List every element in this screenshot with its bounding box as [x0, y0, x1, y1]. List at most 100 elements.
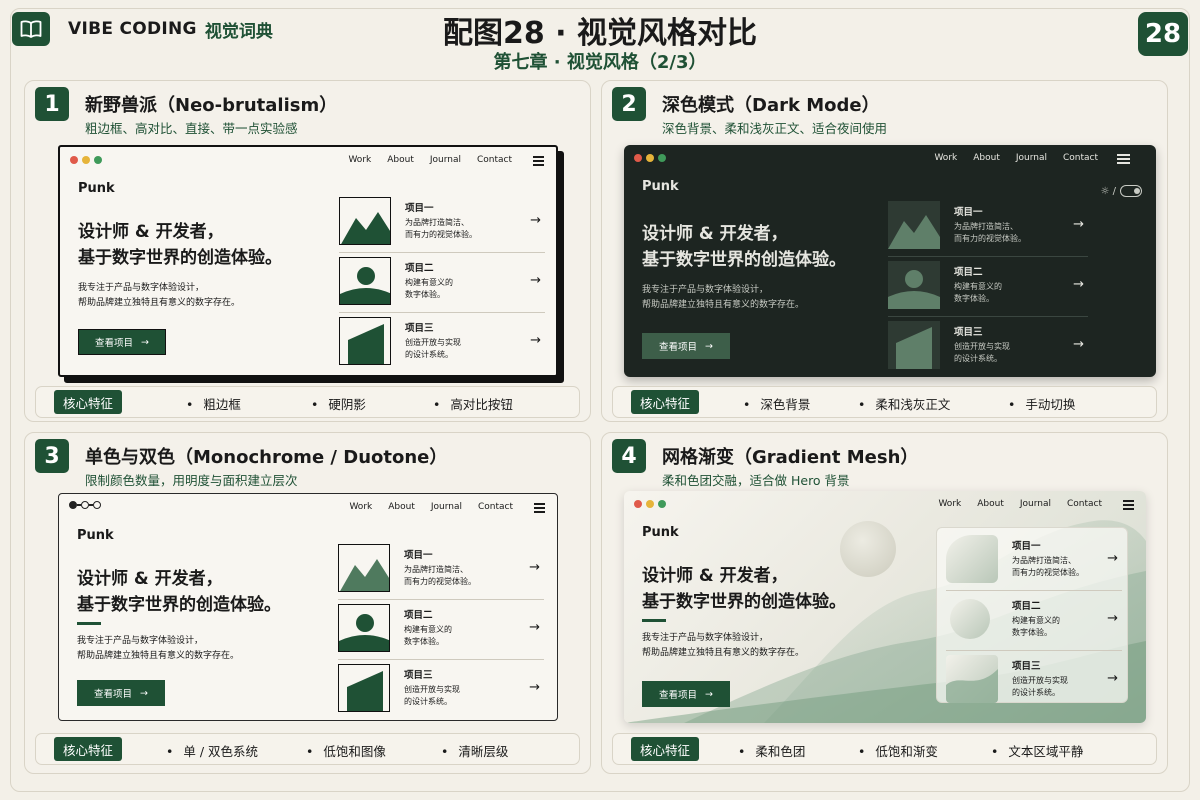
feature-label: 核心特征	[54, 737, 122, 761]
sun-hill-icon	[338, 604, 390, 652]
list-item[interactable]: 项目一 为品牌打造简洁、 而有力的视觉体验。 →	[338, 540, 544, 600]
nav-work[interactable]: Work	[348, 155, 371, 165]
arrow-right-icon: →	[1107, 611, 1118, 626]
nav-work[interactable]: Work	[349, 502, 372, 512]
hero-heading: 设计师 & 开发者， 基于数字世界的创造体验。	[78, 222, 282, 268]
arrow-right-icon: →	[1073, 217, 1084, 232]
panel-title: 新野兽派（Neo-brutalism）	[85, 95, 338, 116]
list-item[interactable]: 项目一 为品牌打造简洁、 而有力的视觉体验。 →	[888, 197, 1088, 257]
menu-icon[interactable]	[1117, 154, 1130, 166]
slope-icon	[339, 317, 391, 365]
nav-journal[interactable]: Journal	[1016, 153, 1047, 163]
panel-title: 网格渐变（Gradient Mesh）	[662, 447, 919, 468]
gradient-circle-icon	[950, 599, 990, 639]
view-projects-button[interactable]: 查看项目 →	[77, 680, 165, 706]
arrow-right-icon: →	[529, 620, 540, 635]
panel-gradient-mesh: 4 网格渐变（Gradient Mesh） 柔和色团交融，适合做 Hero 背景	[601, 432, 1168, 774]
nav-work[interactable]: Work	[934, 153, 957, 163]
nav-links: Work About Journal Contact	[934, 153, 1098, 163]
nav-links: Work About Journal Contact	[349, 502, 513, 512]
sun-icon: ☼ /	[1100, 185, 1116, 197]
menu-icon[interactable]	[1123, 500, 1134, 512]
nav-about[interactable]: About	[387, 155, 414, 165]
panel-number: 1	[35, 87, 69, 121]
nav-contact[interactable]: Contact	[1063, 153, 1098, 163]
mockup-nav: Work About Journal Contact	[60, 147, 556, 173]
view-projects-button[interactable]: 查看项目 →	[642, 333, 730, 359]
nav-about[interactable]: About	[977, 499, 1004, 509]
nav-contact[interactable]: Contact	[478, 502, 513, 512]
feature-item: 低饱和图像	[306, 741, 386, 760]
nav-about[interactable]: About	[388, 502, 415, 512]
list-item[interactable]: 项目二 构建有意义的 数字体验。 →	[888, 257, 1088, 317]
hero-heading: 设计师 & 开发者， 基于数字世界的创造体验。	[642, 224, 846, 270]
list-item[interactable]: 项目三 创造开放与实现 的设计系统。 →	[339, 313, 545, 373]
panel-number: 2	[612, 87, 646, 121]
mockup-window: Work About Journal Contact Punk 设计师 & 开发…	[624, 491, 1146, 723]
mockup-window: Work About Journal Contact ☼ / Punk 设计师 …	[624, 145, 1156, 377]
nav-journal[interactable]: Journal	[1020, 499, 1051, 509]
feature-item: 清晰层级	[441, 741, 508, 760]
arrow-right-icon: →	[141, 336, 149, 348]
feature-item: 粗边框	[186, 394, 241, 413]
page-number-badge: 28	[1138, 12, 1188, 56]
list-item[interactable]: 项目三 创造开放与实现 的设计系统。 →	[946, 651, 1122, 711]
nav-journal[interactable]: Journal	[431, 502, 462, 512]
panel-description: 限制颜色数量，用明度与面积建立层次	[85, 473, 298, 488]
slope-icon	[888, 321, 940, 369]
arrow-right-icon: →	[140, 687, 148, 699]
list-item[interactable]: 项目二 构建有意义的 数字体验。 →	[946, 591, 1122, 651]
hero-body: 我专注于产品与数字体验设计， 帮助品牌建立独特且有意义的数字存在。	[78, 283, 241, 308]
gradient-blob-icon	[946, 535, 998, 583]
nav-work[interactable]: Work	[938, 499, 961, 509]
nav-contact[interactable]: Contact	[1067, 499, 1102, 509]
page-subtitle: 第七章 · 视觉风格（2/3）	[493, 52, 707, 73]
mockup-window: Work About Journal Contact Punk 设计师 & 开发…	[58, 493, 558, 721]
list-item[interactable]: 项目一 为品牌打造简洁、 而有力的视觉体验。 →	[339, 193, 545, 253]
project-list: 项目一 为品牌打造简洁、 而有力的视觉体验。 → 项目二 构建有意义的 数字体验。 → …	[339, 193, 545, 373]
sun-hill-icon	[888, 261, 940, 309]
project-list: 项目一 为品牌打造简洁、 而有力的视觉体验。 → 项目二 构建有意义的 数字体验。 → …	[338, 540, 544, 720]
mountain-icon	[338, 544, 390, 592]
project-list: 项目一 为品牌打造简洁、 而有力的视觉体验。 → 项目二 构建有意义的 数字体验。 → …	[888, 197, 1088, 377]
list-item[interactable]: 项目三 创造开放与实现 的设计系统。 →	[888, 317, 1088, 377]
menu-icon[interactable]	[534, 503, 545, 515]
list-item[interactable]: 项目一 为品牌打造简洁、 而有力的视觉体验。 →	[946, 531, 1122, 591]
arrow-right-icon: →	[530, 333, 541, 348]
list-item[interactable]: 项目二 构建有意义的 数字体验。 →	[338, 600, 544, 660]
theme-toggle[interactable]: ☼ /	[1100, 185, 1142, 197]
list-item[interactable]: 项目三 创造开放与实现 的设计系统。 →	[338, 660, 544, 720]
hero-body: 我专注于产品与数字体验设计， 帮助品牌建立独特且有意义的数字存在。	[642, 633, 805, 658]
view-projects-button[interactable]: 查看项目 →	[642, 681, 730, 707]
list-item[interactable]: 项目二 构建有意义的 数字体验。 →	[339, 253, 545, 313]
nav-links: Work About Journal Contact	[348, 155, 512, 165]
mockup-nav: Work About Journal Contact	[624, 145, 1156, 171]
panel-neo-brutalism: 1 新野兽派（Neo-brutalism） 粗边框、高对比、直接、带一点实验感 …	[24, 80, 591, 422]
view-projects-button[interactable]: 查看项目 →	[78, 329, 166, 355]
feature-item: 柔和浅灰正文	[858, 394, 950, 413]
nav-journal[interactable]: Journal	[430, 155, 461, 165]
nav-about[interactable]: About	[973, 153, 1000, 163]
mockup-logo: Punk	[642, 179, 679, 194]
feature-item: 硬阴影	[311, 394, 366, 413]
window-dots	[70, 156, 102, 164]
sun-hill-icon	[339, 257, 391, 305]
feature-bar: 核心特征 柔和色团 低饱和渐变 文本区域平静	[612, 733, 1157, 765]
panel-title: 深色模式（Dark Mode）	[662, 95, 880, 116]
arrow-right-icon: →	[530, 273, 541, 288]
window-dots	[634, 154, 666, 162]
feature-item: 柔和色团	[738, 741, 805, 760]
nav-contact[interactable]: Contact	[477, 155, 512, 165]
feature-item: 深色背景	[743, 394, 810, 413]
menu-icon[interactable]	[533, 156, 544, 168]
feature-bar: 核心特征 深色背景 柔和浅灰正文 手动切换	[612, 386, 1157, 418]
panel-number: 3	[35, 439, 69, 473]
feature-bar: 核心特征 单 / 双色系统 低饱和图像 清晰层级	[35, 733, 580, 765]
arrow-right-icon: →	[1107, 551, 1118, 566]
mockup-logo: Punk	[78, 181, 115, 196]
panel-description: 粗边框、高对比、直接、带一点实验感	[85, 121, 298, 136]
mockup-window: Work About Journal Contact Punk 设计师 & 开发…	[58, 145, 558, 377]
arrow-right-icon: →	[1107, 671, 1118, 686]
accent-underline	[77, 622, 101, 625]
panel-monochrome-duotone: 3 单色与双色（Monochrome / Duotone） 限制颜色数量，用明度…	[24, 432, 591, 774]
